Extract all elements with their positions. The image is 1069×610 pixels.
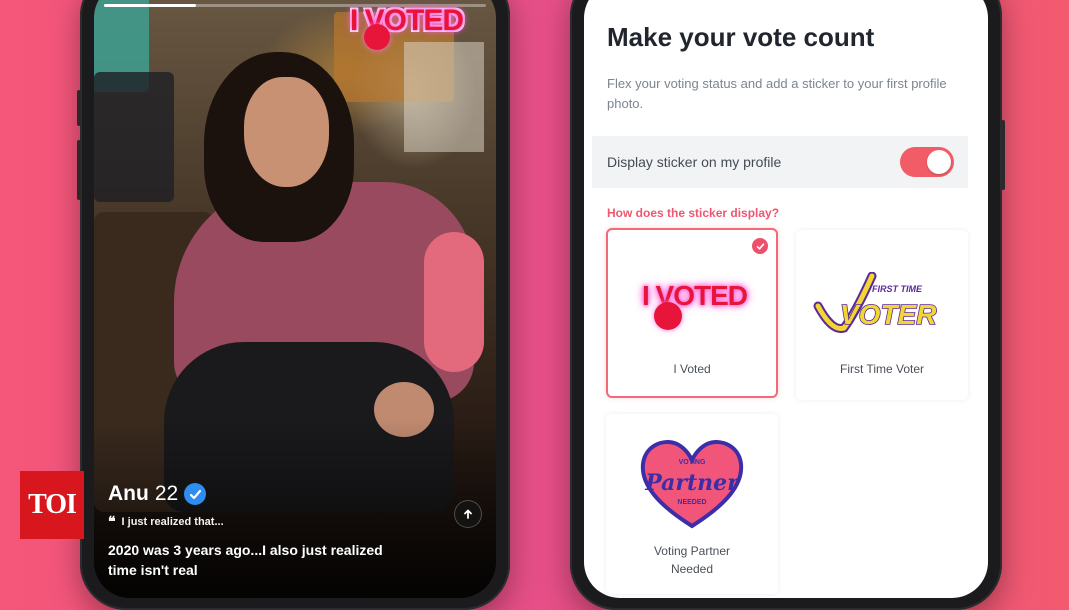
sticker-label: I Voted <box>673 362 711 376</box>
sticker-label: First Time Voter <box>839 362 925 376</box>
profile-name: Anu <box>108 482 149 505</box>
heart-sticker-art: VOTING Partner NEEDED <box>640 440 744 529</box>
sticker-option-i-voted[interactable]: I VOTED I Voted <box>606 228 778 398</box>
sticker-thumb-icon <box>654 302 682 330</box>
display-sticker-row[interactable]: Display sticker on my profile <box>592 136 968 188</box>
profile-age: 22 <box>154 482 179 505</box>
display-sticker-toggle[interactable] <box>900 147 954 177</box>
sticker-art-top-text: VOTING <box>679 459 706 466</box>
profile-card[interactable]: I VOTED Anu 22 ❝ I just realized that...… <box>94 0 496 598</box>
left-phone: I VOTED Anu 22 ❝ I just realized that...… <box>77 0 510 610</box>
story-progress-fill <box>104 4 196 7</box>
sticker-label: Voting Partner Needed <box>653 544 731 576</box>
photo-clothes <box>94 72 174 202</box>
first-time-voter-sticker-art: FIRST TIME VOTER <box>813 272 938 333</box>
toggle-knob <box>927 150 951 174</box>
phone-side-button <box>77 140 81 200</box>
quote-prompt: I just realized that... <box>121 516 224 528</box>
sticker-option-first-time-voter[interactable]: FIRST TIME VOTER First Time Voter <box>796 230 968 400</box>
page-description: Flex your voting status and add a sticke… <box>607 76 947 111</box>
sticker-art-bottom-text: NEEDED <box>677 499 706 506</box>
sticker-option-voting-partner[interactable]: VOTING Partner NEEDED Voting Partner Nee… <box>606 414 778 594</box>
sticker-art-text: VOTER <box>840 299 937 330</box>
check-icon <box>752 238 768 254</box>
sticker-art-text: Partner <box>644 470 740 496</box>
sticker-art-small-text: FIRST TIME <box>872 284 923 294</box>
photo-person-arm <box>424 232 484 372</box>
sticker-thumb-icon <box>364 24 390 50</box>
photo-person-face <box>244 77 329 187</box>
i-voted-sticker-art: I VOTED <box>642 280 748 330</box>
info-arrow-icon <box>464 509 472 519</box>
settings-screen: Make your vote count Flex your voting st… <box>584 0 988 598</box>
profile-bio: 2020 was 3 years ago...I also just reali… <box>108 542 383 578</box>
quote-icon: ❝ <box>108 513 116 529</box>
sticker-help-link[interactable]: How does the sticker display? <box>607 206 779 220</box>
profile-info: Anu 22 ❝ I just realized that... 2020 wa… <box>108 482 408 580</box>
right-phone: Make your vote count Flex your voting st… <box>570 0 1005 610</box>
toi-logo-text: TOI <box>28 489 77 520</box>
verified-badge-icon <box>184 483 207 505</box>
photo-wall <box>404 42 484 152</box>
i-voted-sticker: I VOTED <box>350 4 464 50</box>
phone-side-button <box>77 90 81 126</box>
info-button[interactable] <box>454 500 482 528</box>
page-title: Make your vote count <box>607 22 875 52</box>
phone-side-button <box>1001 120 1005 190</box>
toggle-label: Display sticker on my profile <box>607 154 782 170</box>
toi-watermark: TOI <box>20 471 84 539</box>
